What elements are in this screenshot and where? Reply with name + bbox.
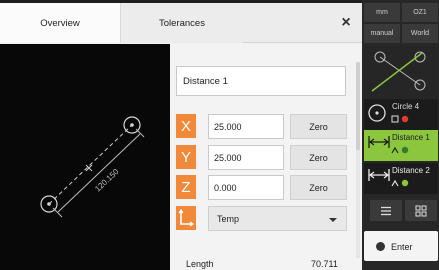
feature-label: Circle 4: [392, 102, 420, 111]
distance-feature-icon: [368, 169, 390, 181]
zero-point-button[interactable]: OZ1: [402, 3, 438, 22]
mini-distance-sketch: [371, 51, 426, 92]
feature-mini-preview: [364, 45, 438, 98]
record-icon: [376, 242, 385, 251]
y-value-field[interactable]: 25.000: [208, 145, 284, 170]
distance-feature-icon: [368, 136, 390, 148]
app-window: Overview Tolerances × 120.150 Distance 1: [0, 0, 439, 270]
dialog-header: Overview Tolerances ×: [0, 3, 362, 43]
reference-system-value: Temp: [217, 213, 240, 224]
menu-icon: [381, 206, 391, 215]
close-button[interactable]: ×: [336, 13, 356, 33]
grid-button[interactable]: [405, 200, 437, 221]
reference-system-button[interactable]: [176, 206, 196, 230]
length-label: Length: [186, 259, 214, 269]
z-zero-button[interactable]: Zero: [290, 175, 347, 200]
scrollbar-thumb[interactable]: [356, 62, 360, 150]
ok-status-icon: [391, 146, 409, 154]
x-zero-button[interactable]: Zero: [290, 114, 347, 139]
chevron-down-icon: [329, 218, 337, 222]
dimension-text: 120.150: [93, 167, 121, 194]
feature-label: Distance 1: [392, 133, 430, 142]
feature-label: Distance 2: [392, 166, 430, 175]
feature-item-circle-4[interactable]: Circle 4: [364, 99, 438, 130]
x-value-field[interactable]: 25.000: [208, 114, 284, 139]
enter-label: Enter: [391, 242, 413, 252]
dimension-line: [57, 133, 141, 213]
x-axis-button[interactable]: X: [176, 114, 196, 138]
mode-button[interactable]: manual: [364, 24, 400, 43]
feature-item-distance-1[interactable]: Distance 1: [364, 130, 438, 161]
y-axis-button[interactable]: Y: [176, 145, 196, 169]
menu-button[interactable]: [370, 200, 402, 221]
warning-status-icon: [391, 115, 409, 123]
reference-system-select[interactable]: Temp: [208, 206, 347, 231]
settings-grid: mm OZ1 manual World: [364, 3, 438, 43]
distance-line: [48, 124, 133, 205]
length-value: 70.711: [311, 259, 338, 269]
parameters-panel: Distance 1 X 25.000 Zero Y 25.000 Zero Z…: [170, 44, 362, 270]
right-panel: mm OZ1 manual World Circle 4 Distance 1 …: [362, 0, 439, 270]
feature-name-field[interactable]: Distance 1: [176, 66, 346, 96]
coordinate-system-icon: [178, 209, 194, 227]
z-axis-button[interactable]: Z: [176, 175, 196, 199]
feature-item-distance-2[interactable]: Distance 2: [364, 163, 438, 194]
y-zero-button[interactable]: Zero: [290, 145, 347, 170]
ok-status-icon: [391, 179, 409, 187]
enter-button[interactable]: Enter: [364, 231, 438, 261]
unit-button[interactable]: mm: [364, 3, 400, 22]
feature-dialog: Overview Tolerances × 120.150 Distance 1: [0, 3, 362, 270]
extension-line-end: [135, 128, 145, 138]
grid-icon: [415, 205, 427, 216]
tab-overview[interactable]: Overview: [0, 3, 121, 43]
z-value-field[interactable]: 0.000: [208, 175, 284, 200]
distance-sketch: 120.150: [40, 116, 145, 218]
tab-tolerances[interactable]: Tolerances: [121, 3, 243, 43]
circle-feature-icon: [368, 104, 386, 122]
feature-preview-canvas: 120.150: [0, 44, 170, 270]
coordinate-button[interactable]: World: [402, 24, 438, 43]
